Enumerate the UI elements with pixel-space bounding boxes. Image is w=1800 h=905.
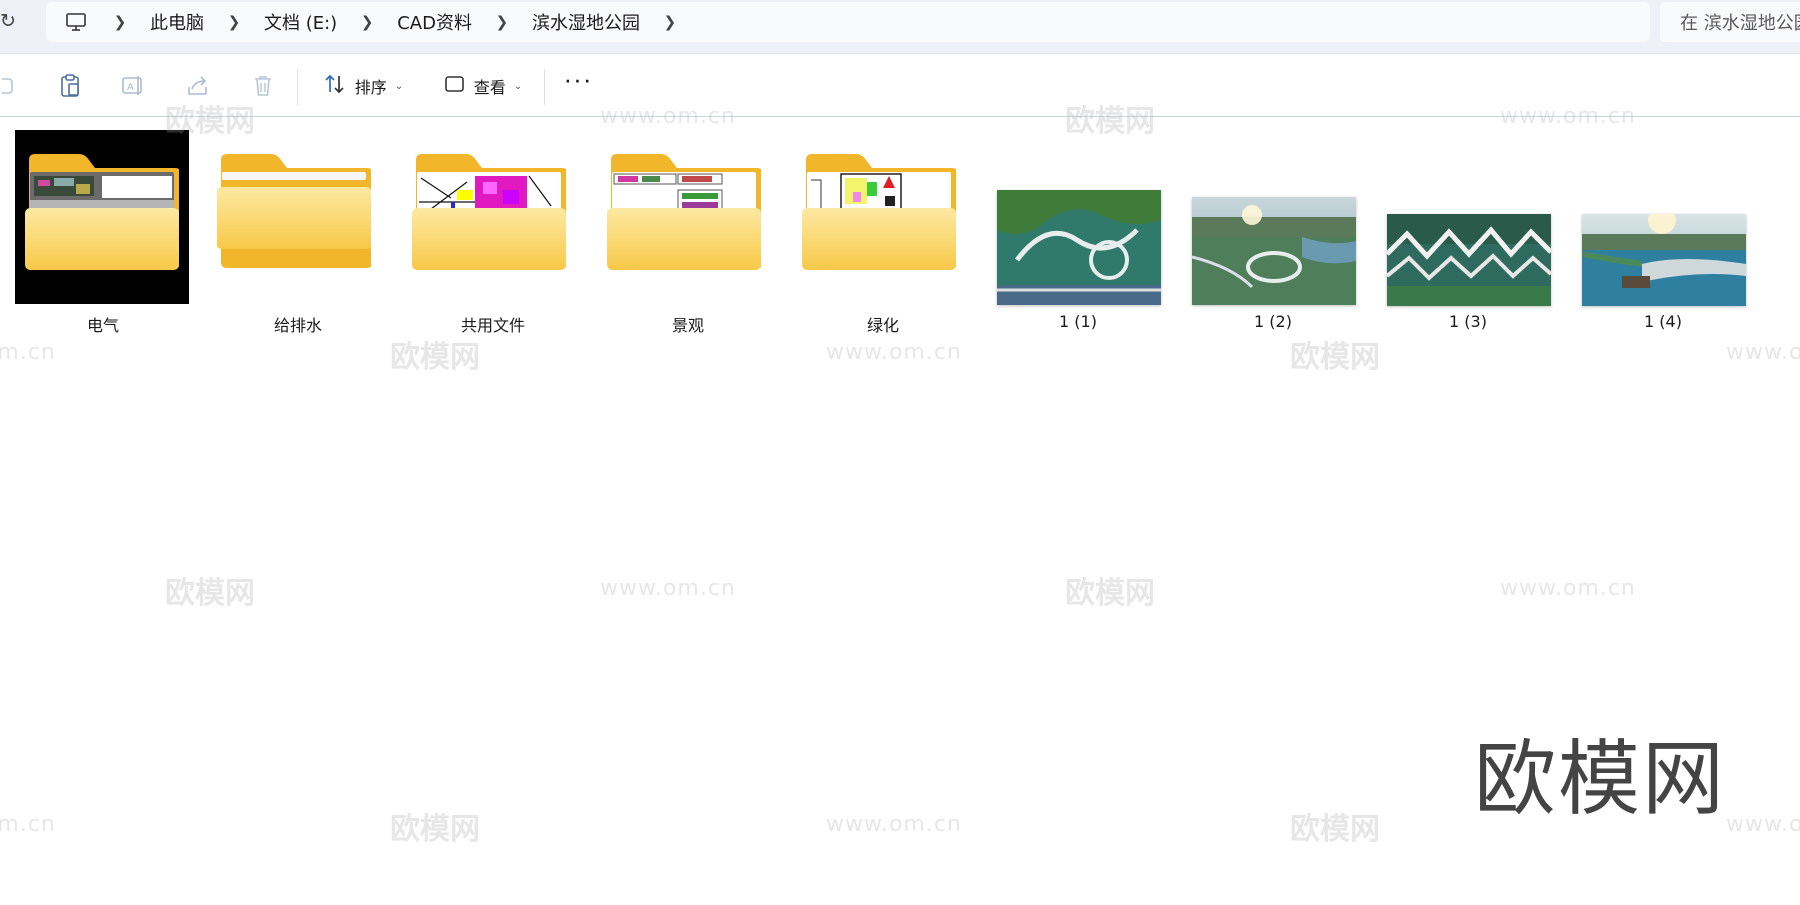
chevron-right-icon[interactable]: ❯ (112, 13, 128, 31)
breadcrumb-drive-e[interactable]: 文档 (E:) (264, 9, 337, 35)
address-bar-region: ↻ ❯ 此电脑 ❯ 文档 (E:) ❯ CAD资料 ❯ 滨水湿地公园 ❯ 在 滨… (0, 0, 1800, 54)
chevron-down-icon: ⌄ (513, 80, 523, 92)
item-label: 景观 (671, 316, 704, 335)
aerial-park-photo-icon (1582, 214, 1746, 306)
folder-item-shared-files[interactable]: 共用文件 (398, 128, 588, 335)
toolbar-divider (544, 69, 545, 105)
chevron-right-icon[interactable]: ❯ (662, 13, 678, 31)
toolbar-divider (297, 69, 298, 105)
command-bar: A 排序 ⌄ 查看 ⌄ ··· (0, 55, 1800, 117)
aerial-park-photo-icon (1192, 197, 1356, 305)
view-label: 查看 (473, 78, 506, 97)
folder-thumbnail (788, 128, 978, 308)
sort-icon (323, 73, 347, 100)
breadcrumb-cad-folder[interactable]: CAD资料 (397, 9, 472, 35)
more-icon: ··· (563, 64, 593, 94)
image-thumbnail (983, 128, 1173, 308)
folder-item-landscape[interactable]: 景观 (593, 128, 783, 335)
chevron-right-icon[interactable]: ❯ (494, 13, 510, 31)
svg-text:A: A (127, 82, 134, 93)
image-thumbnail (1568, 128, 1758, 308)
sort-button[interactable]: 排序 ⌄ (318, 55, 408, 117)
this-pc-icon[interactable] (62, 10, 90, 34)
image-thumbnail (1178, 128, 1368, 308)
chevron-right-icon[interactable]: ❯ (359, 13, 375, 31)
search-input[interactable]: 在 滨水湿地公园 (1660, 2, 1800, 42)
rename-icon[interactable]: A (115, 55, 151, 117)
refresh-icon[interactable]: ↻ (0, 10, 20, 34)
folder-item-electrical[interactable]: 电气 (8, 128, 198, 335)
chevron-down-icon: ⌄ (394, 80, 404, 92)
folder-item-greening[interactable]: 绿化 (788, 128, 978, 335)
image-item-1-1[interactable]: 1 (1) (983, 128, 1173, 331)
folder-thumbnail (398, 128, 588, 308)
aerial-park-photo-icon (1387, 214, 1551, 306)
item-label: 电气 (86, 316, 119, 335)
item-label: 1 (2) (1254, 312, 1292, 331)
folder-item-plumbing[interactable]: 给排水 (203, 128, 393, 335)
breadcrumb-this-pc[interactable]: 此电脑 (150, 9, 204, 35)
image-item-1-2[interactable]: 1 (2) (1178, 128, 1368, 331)
more-options-button[interactable]: ··· (560, 55, 596, 117)
aerial-park-photo-icon (997, 190, 1161, 305)
folder-thumbnail (593, 128, 783, 308)
image-item-1-4[interactable]: 1 (4) (1568, 128, 1758, 331)
item-label: 共用文件 (460, 316, 525, 335)
copy-icon[interactable] (0, 55, 18, 117)
view-button[interactable]: 查看 ⌄ (438, 55, 528, 117)
folder-thumbnail (203, 128, 393, 308)
item-label: 1 (3) (1449, 312, 1487, 331)
folder-thumbnail (15, 130, 189, 304)
item-label: 给排水 (273, 316, 322, 335)
image-thumbnail (1373, 128, 1563, 308)
item-label: 1 (4) (1644, 312, 1682, 331)
image-item-1-3[interactable]: 1 (3) (1373, 128, 1563, 331)
delete-icon[interactable] (245, 55, 281, 117)
breadcrumb-current-folder[interactable]: 滨水湿地公园 (532, 9, 640, 35)
paste-icon[interactable] (52, 55, 88, 117)
sort-label: 排序 (354, 78, 387, 97)
breadcrumb[interactable]: ❯ 此电脑 ❯ 文档 (E:) ❯ CAD资料 ❯ 滨水湿地公园 ❯ (46, 2, 1650, 42)
share-icon[interactable] (180, 55, 216, 117)
file-grid: 电气 给排水 共用文件 景观 绿化 1 (1) 1 (2) 1 (3) 1 (4… (0, 118, 1800, 905)
chevron-right-icon[interactable]: ❯ (226, 13, 242, 31)
item-label: 1 (1) (1059, 312, 1097, 331)
view-icon (444, 74, 466, 99)
item-label: 绿化 (866, 316, 899, 335)
